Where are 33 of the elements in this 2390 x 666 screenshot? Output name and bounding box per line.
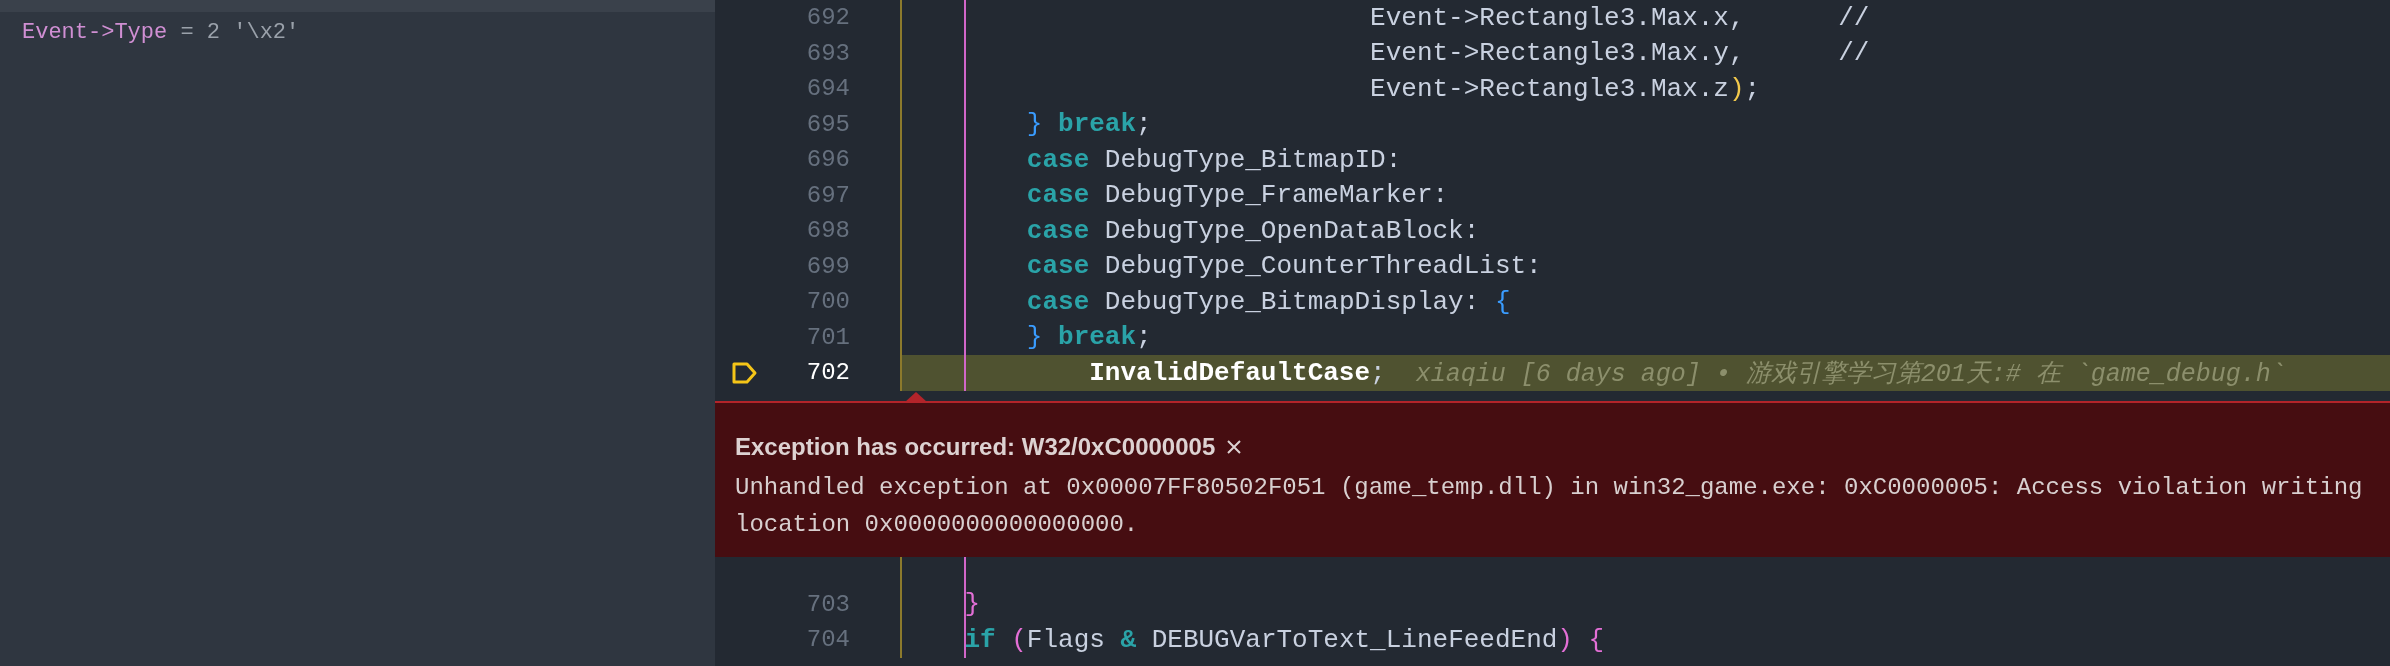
- variable-name: Event->Type: [22, 20, 168, 45]
- line-number: 701: [805, 323, 850, 351]
- line-number: 694: [805, 75, 850, 103]
- close-icon[interactable]: [1225, 437, 1244, 456]
- code-line: Event->Rectangle3.Max.z);: [1369, 73, 1761, 104]
- code-line: case DebugType_OpenDataBlock:: [1025, 215, 1480, 246]
- code-line: case DebugType_BitmapID:: [1025, 144, 1402, 175]
- line-number: 698: [805, 217, 850, 245]
- line-number: 697: [805, 181, 850, 209]
- code-line: }: [963, 589, 980, 620]
- code-line: } break;: [1025, 322, 1152, 353]
- line-number: 692: [805, 4, 850, 32]
- code-line: case DebugType_FrameMarker:: [1025, 180, 1449, 211]
- exception-message: Unhandled exception at 0x00007FF80502F051 (game_temp.dll) in win32_game.exe: 0xC0000005: Access violation writing location 0x0000000000000000.: [735, 472, 2364, 540]
- code-line: Event->Rectangle3.Max.y, //: [1369, 38, 1870, 69]
- code-line: if (Flags & DEBUGVarToText_LineFeedEnd) {: [963, 624, 1605, 655]
- line-number: 703: [805, 590, 850, 618]
- line-number: 700: [805, 288, 850, 316]
- code-line: case DebugType_CounterThreadList:: [1025, 251, 1542, 282]
- variable-value: = 2 '\x2': [180, 20, 300, 45]
- line-number: 699: [805, 252, 850, 280]
- line-number: 704: [805, 626, 850, 654]
- exception-title: Exception has occurred: W32/0xC0000005: [735, 432, 1216, 461]
- line-number: 702: [805, 359, 850, 387]
- code-line: Event->Rectangle3.Max.x, //: [1369, 2, 1870, 33]
- line-number: 696: [805, 146, 850, 174]
- blame-annotation: xiaqiu [6 days ago] • 游戏引擎学习第201天:# 在 `game_debug.h`: [1415, 359, 2286, 390]
- code-line: case DebugType_BitmapDisplay: {: [1025, 286, 1511, 317]
- code-line: } break;: [1025, 109, 1152, 140]
- code-line: InvalidDefaultCase;: [1088, 357, 1386, 388]
- breakpoint-arrow-icon: [732, 361, 758, 384]
- line-number: 693: [805, 39, 850, 67]
- line-number: 695: [805, 110, 850, 138]
